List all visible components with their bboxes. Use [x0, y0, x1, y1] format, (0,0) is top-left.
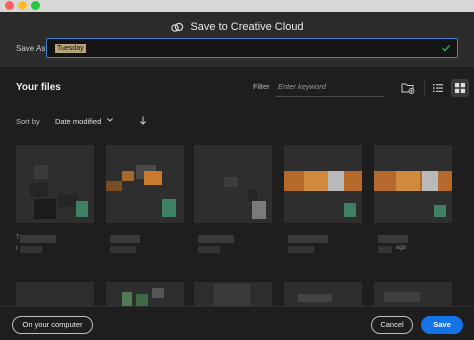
dialog-title-row: Save to Creative Cloud: [0, 18, 474, 36]
file-thumbnail[interactable]: [16, 282, 94, 307]
file-caption: T I: [16, 235, 94, 255]
file-caption-text: I: [16, 246, 18, 252]
new-folder-icon[interactable]: [401, 82, 415, 94]
dialog-title: Save to Creative Cloud: [190, 21, 304, 33]
close-window-button[interactable]: [5, 1, 14, 10]
file-thumbnail[interactable]: [374, 145, 452, 223]
file-thumbnail[interactable]: [284, 145, 362, 223]
window-titlebar: [0, 0, 474, 12]
file-caption-text: ago: [396, 245, 407, 251]
file-thumbnail[interactable]: [194, 145, 272, 223]
filter-input[interactable]: Enter keyword: [276, 78, 384, 97]
toolbar-divider: [424, 80, 425, 96]
chevron-down-icon[interactable]: [106, 116, 114, 124]
dialog-header: Save to Creative Cloud Save As Tuesday: [0, 12, 474, 67]
creative-cloud-icon: [171, 22, 184, 32]
file-caption: [194, 235, 272, 255]
file-grid: T I ago: [16, 145, 464, 307]
your-files-heading: Your files: [16, 82, 61, 93]
minimize-window-button[interactable]: [18, 1, 27, 10]
cancel-button[interactable]: Cancel: [371, 316, 413, 334]
file-thumbnail[interactable]: [284, 282, 362, 307]
file-thumbnail[interactable]: [106, 282, 184, 307]
filter-label: Filter: [253, 82, 270, 91]
grid-view-icon: [455, 83, 465, 93]
file-thumbnail[interactable]: [106, 145, 184, 223]
list-view-icon[interactable]: [431, 81, 445, 95]
file-thumbnail[interactable]: [16, 145, 94, 223]
save-button[interactable]: Save: [421, 316, 463, 334]
save-as-input[interactable]: Tuesday: [46, 38, 458, 58]
on-your-computer-button[interactable]: On your computer: [12, 316, 93, 334]
file-thumbnail[interactable]: [194, 282, 272, 307]
file-thumbnail[interactable]: [374, 282, 452, 307]
save-as-label: Save As: [16, 44, 46, 53]
zoom-window-button[interactable]: [31, 1, 40, 10]
filter-placeholder: Enter keyword: [278, 82, 326, 91]
file-caption: [106, 235, 184, 255]
file-caption: ago: [374, 235, 452, 255]
grid-view-button[interactable]: [451, 79, 469, 97]
sort-by-label: Sort by: [16, 117, 40, 126]
sort-select[interactable]: Date modified: [55, 117, 101, 126]
save-as-value[interactable]: Tuesday: [55, 44, 86, 53]
checkmark-icon: [442, 45, 451, 52]
dialog-footer: On your computer Cancel Save: [0, 306, 474, 340]
sort-arrow-icon[interactable]: [138, 115, 148, 126]
file-caption: [284, 235, 362, 255]
